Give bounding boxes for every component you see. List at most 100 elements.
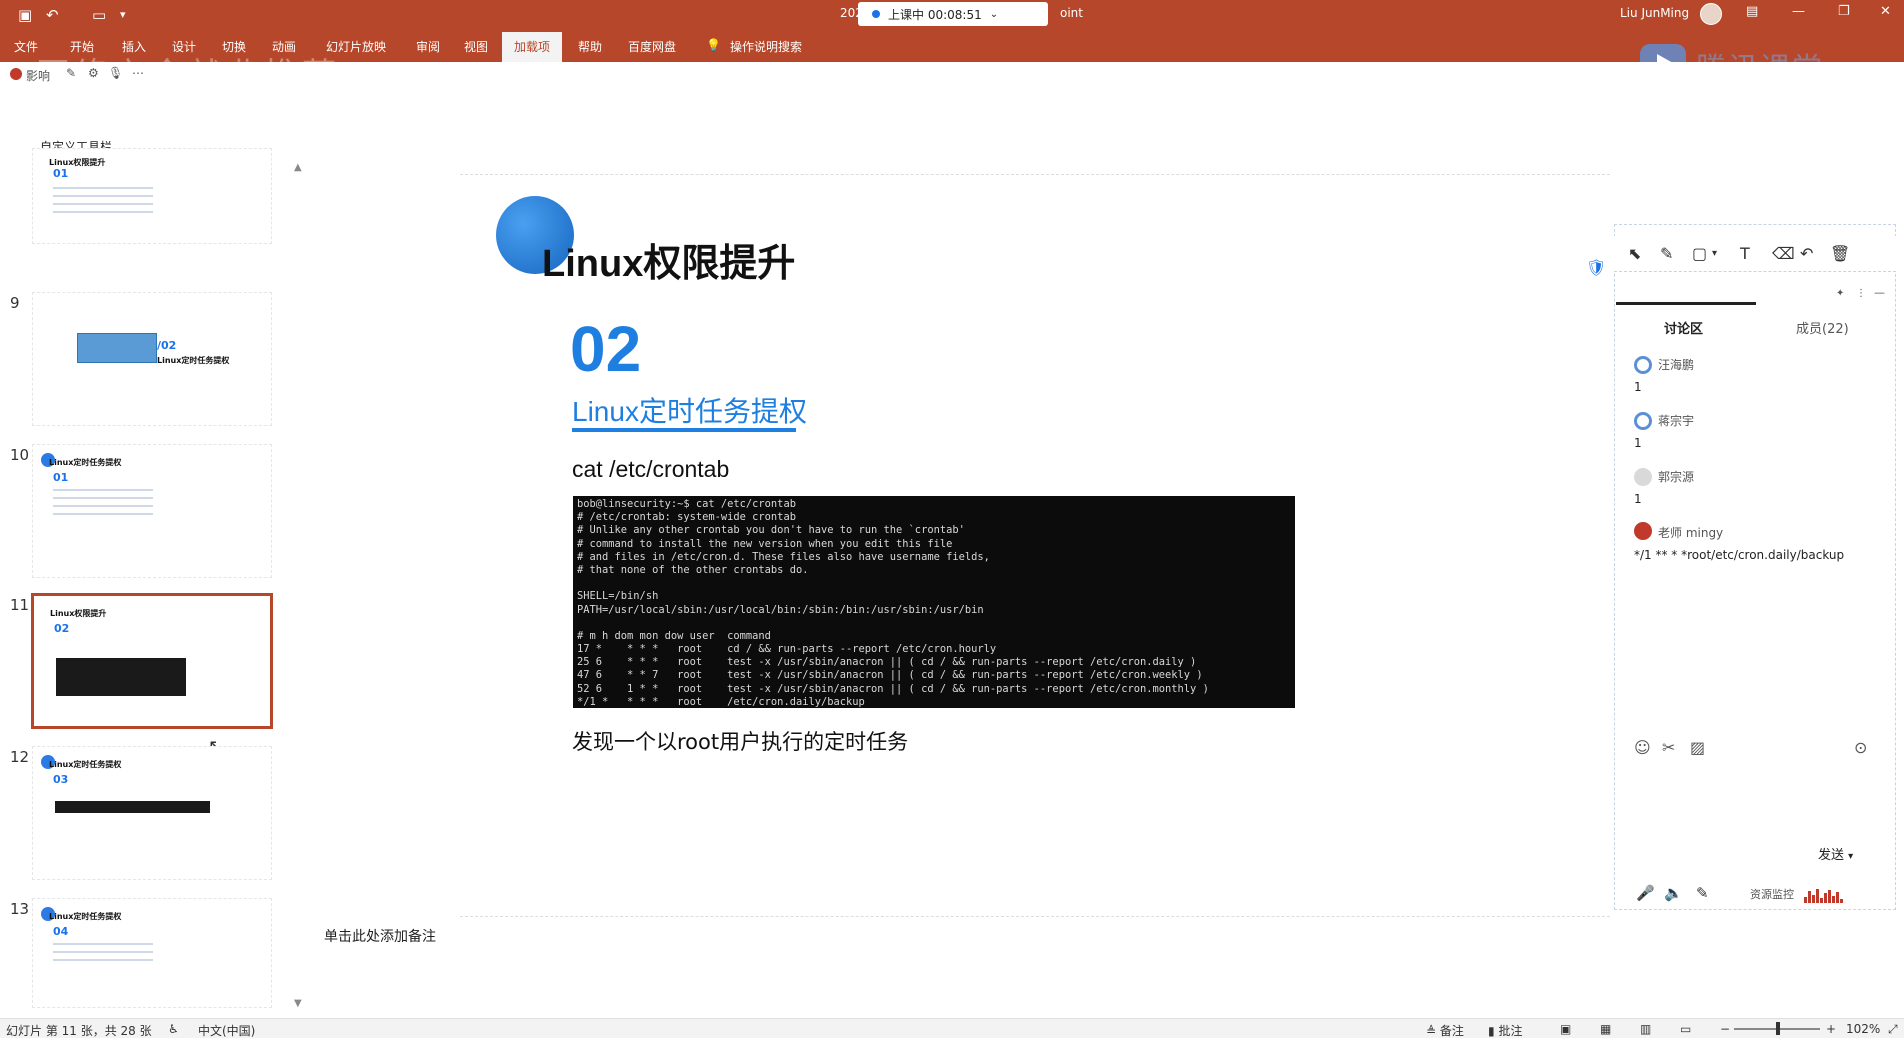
minimize-panel-icon[interactable]: — <box>1874 286 1885 299</box>
slide-thumbnail-9[interactable]: /02 Linux定时任务提权 <box>32 292 272 426</box>
terminal-screenshot[interactable]: bob@linsecurity:~$ cat /etc/crontab # /e… <box>573 496 1295 708</box>
section-number[interactable]: 02 <box>570 312 641 386</box>
slide-thumbnail-11[interactable]: Linux权限提升 02 <box>31 593 273 729</box>
pen-off-icon[interactable]: ✎ <box>1696 884 1709 902</box>
finding-text[interactable]: 发现一个以root用户执行的定时任务 <box>572 726 908 756</box>
thumb-number: 11 <box>10 596 30 614</box>
pointer-icon[interactable]: ⬉ <box>1628 244 1641 263</box>
shield-icon[interactable]: 🛡 <box>1586 258 1606 277</box>
slide-thumbnail-10[interactable]: Linux定时任务提权 01 <box>32 444 272 578</box>
send-button[interactable]: 发送 ▾ <box>1818 844 1853 863</box>
avatar[interactable] <box>1634 522 1652 540</box>
normal-view-icon[interactable]: ▣ <box>1560 1022 1571 1036</box>
terminal-line: 47 6 * * 7 root test -x /usr/sbin/anacro… <box>577 669 1203 682</box>
section-subtitle[interactable]: Linux定时任务提权 <box>572 390 807 430</box>
avatar[interactable] <box>1634 412 1652 430</box>
tab-members[interactable]: 成员(22) <box>1796 318 1849 337</box>
rectangle-icon[interactable]: ▢ <box>1692 244 1707 263</box>
microphone-icon[interactable]: 🎤 <box>1636 884 1655 902</box>
zoom-in-icon[interactable]: + <box>1826 1022 1836 1036</box>
undo-icon[interactable]: ↶ <box>1800 244 1813 263</box>
annotation-toolbar: ⬉ ✎ ▢ ▾ T ⌫ ↶ 🗑 <box>1614 236 1896 272</box>
image-icon[interactable]: ▨ <box>1690 738 1705 757</box>
undo-icon[interactable]: ↶ <box>46 6 59 24</box>
minimize-icon[interactable]: — <box>1792 4 1805 19</box>
record-icon[interactable] <box>10 68 22 80</box>
thumb-section: /02 <box>157 339 177 352</box>
slideshow-icon[interactable]: ▭ <box>92 6 106 24</box>
fit-to-window-icon[interactable]: ⤢ <box>1888 1022 1898 1037</box>
customize-qat-icon[interactable]: ▾ <box>120 8 126 21</box>
reading-view-icon[interactable]: ▥ <box>1640 1022 1651 1036</box>
avatar[interactable] <box>1634 468 1652 486</box>
avatar[interactable] <box>1700 3 1722 25</box>
trash-icon[interactable]: 🗑 <box>1830 244 1850 263</box>
comments-label: 批注 <box>1498 1024 1523 1038</box>
tab-file[interactable]: 文件 <box>14 38 38 55</box>
command-text[interactable]: cat /etc/crontab <box>572 456 729 483</box>
thumb-section: 01 <box>53 167 69 180</box>
more-options-icon[interactable]: ⋮ <box>1856 288 1866 299</box>
scroll-up-icon[interactable]: ▲ <box>294 162 302 173</box>
thumb-title: Linux定时任务提权 <box>49 760 122 769</box>
pen-icon[interactable]: ✎ <box>1660 244 1673 263</box>
eraser-icon[interactable]: ⌫ <box>1772 244 1795 263</box>
maximize-icon[interactable]: ❐ <box>1838 4 1850 19</box>
zoom-slider-thumb[interactable] <box>1776 1022 1780 1035</box>
tab-view[interactable]: 视图 <box>464 38 488 55</box>
pen-icon[interactable]: ✎ <box>66 66 76 80</box>
settings-icon[interactable]: ⚙ <box>88 66 99 80</box>
notes-button[interactable]: ≜ 备注 <box>1426 1022 1464 1038</box>
send-label: 发送 <box>1818 848 1845 863</box>
slideshow-view-icon[interactable]: ▭ <box>1680 1022 1691 1036</box>
pin-icon[interactable]: ✦ <box>1836 288 1844 299</box>
message-sender: 老师 mingy <box>1658 526 1724 540</box>
terminal-line: # Unlike any other crontab you don't hav… <box>577 524 965 537</box>
thumb-illustration <box>77 333 157 363</box>
thumb-section: 03 <box>53 773 69 786</box>
message-text: 1 <box>1634 436 1642 450</box>
tab-review[interactable]: 审阅 <box>416 38 440 55</box>
scissors-icon[interactable]: ✂ <box>1662 738 1675 757</box>
slide-thumbnail-13[interactable]: Linux定时任务提权 04 <box>32 898 272 1008</box>
terminal-line: # /etc/crontab: system-wide crontab <box>577 511 796 524</box>
slide-bottom-border <box>460 916 1610 917</box>
emoji-icon[interactable]: ☺ <box>1634 738 1651 757</box>
section-underline <box>572 428 796 432</box>
slide-thumbnail-8[interactable]: Linux权限提升 01 <box>32 148 272 244</box>
resource-monitor-label[interactable]: 资源监控 <box>1750 886 1794 902</box>
close-icon[interactable]: ✕ <box>1880 4 1891 19</box>
chevron-down-icon[interactable]: ▾ <box>1712 248 1717 259</box>
settings-icon[interactable]: ⊙ <box>1854 738 1867 757</box>
zoom-out-icon[interactable]: − <box>1720 1022 1730 1036</box>
slide-thumbnail-12[interactable]: Linux定时任务提权 03 <box>32 746 272 880</box>
ribbon-display-icon[interactable]: ▤ <box>1746 4 1758 19</box>
resource-monitor-graph <box>1804 884 1854 903</box>
tab-addins[interactable]: 加载项 <box>502 32 563 62</box>
accessibility-icon[interactable]: ♿ <box>168 1022 179 1036</box>
more-icon[interactable]: ⋯ <box>132 66 144 80</box>
tab-discussion[interactable]: 讨论区 <box>1664 318 1703 337</box>
slide-sorter-icon[interactable]: ▦ <box>1600 1022 1611 1036</box>
text-icon[interactable]: T <box>1740 244 1750 263</box>
live-status-pill[interactable]: 上课中 00:08:51 ⌄ <box>858 2 1048 26</box>
terminal-line: bob@linsecurity:~$ cat /etc/crontab <box>577 498 796 510</box>
tab-help[interactable]: 帮助 <box>578 38 602 55</box>
save-icon[interactable]: ▣ <box>18 6 32 24</box>
notes-placeholder[interactable]: 单击此处添加备注 <box>324 926 436 946</box>
slide-title[interactable]: Linux权限提升 <box>542 232 795 287</box>
scroll-down-icon[interactable]: ▼ <box>294 998 302 1009</box>
tell-me-search[interactable]: 操作说明搜索 <box>730 38 802 55</box>
avatar[interactable] <box>1634 356 1652 374</box>
user-name[interactable]: Liu JunMing <box>1620 6 1689 20</box>
speaker-icon[interactable]: 🔈 <box>1664 884 1683 902</box>
quick-access-text: 影响 <box>26 69 51 83</box>
message-text: 1 <box>1634 380 1642 394</box>
zoom-level[interactable]: 102% <box>1846 1022 1880 1036</box>
comments-button[interactable]: ▮ 批注 <box>1488 1022 1522 1038</box>
mic-icon[interactable]: 🎙 <box>108 66 123 80</box>
tab-baidu-netdisk[interactable]: 百度网盘 <box>628 38 676 55</box>
language-indicator[interactable]: 中文(中国) <box>198 1022 255 1038</box>
thumb-number: 13 <box>10 900 30 918</box>
